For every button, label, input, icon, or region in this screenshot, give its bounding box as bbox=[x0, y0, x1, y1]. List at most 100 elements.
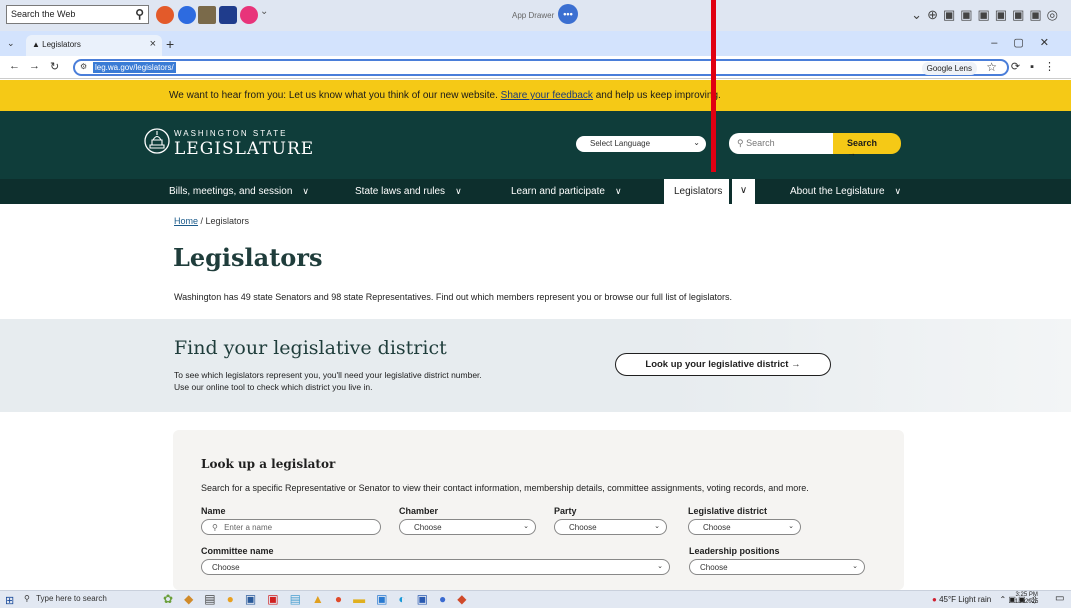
site-search-placeholder: Search bbox=[746, 138, 775, 148]
breadcrumb-home-link[interactable]: Home bbox=[174, 216, 198, 226]
search-icon: ⚲ bbox=[737, 138, 747, 148]
toolbar-tray-icons[interactable]: ⌄⊕▣▣▣▣▣▣◎ bbox=[911, 7, 1063, 23]
chevron-down-icon[interactable]: ∨ bbox=[615, 186, 622, 197]
party-value: Choose bbox=[569, 523, 597, 532]
lookup-legislator-card: Look up a legislator Search for a specif… bbox=[173, 430, 904, 590]
app-drawer-more-icon[interactable]: ••• bbox=[558, 4, 578, 24]
mountain-app-icon[interactable] bbox=[198, 6, 216, 24]
lookup-title: Look up a legislator bbox=[201, 457, 336, 471]
search-icon[interactable]: ⚲ bbox=[135, 7, 144, 21]
chevron-down-icon[interactable]: ∨ bbox=[302, 186, 309, 197]
find-district-section bbox=[0, 319, 1071, 412]
url-field[interactable]: ⚙ leg.wa.gov/legislators/ Google Lens ☆ bbox=[73, 59, 1009, 76]
page-title: Legislators bbox=[173, 243, 323, 272]
browser-menu-icons[interactable]: ⟳▪⋮ bbox=[1011, 60, 1065, 73]
party-label: Party bbox=[554, 506, 577, 516]
new-tab-icon[interactable]: + bbox=[166, 36, 174, 52]
logo-line2: LEGISLATURE bbox=[174, 139, 315, 159]
mail-app-icon[interactable] bbox=[219, 6, 237, 24]
notification-icon[interactable]: ▭ bbox=[1055, 593, 1064, 604]
taskbar-search-text: Type here to search bbox=[36, 594, 107, 603]
bookmark-star-icon[interactable]: ☆ bbox=[986, 60, 997, 74]
look-up-district-button[interactable]: Look up your legislative district → bbox=[615, 353, 831, 376]
back-icon[interactable]: ← bbox=[9, 60, 20, 72]
site-info-icon[interactable]: ⚙ bbox=[80, 62, 87, 71]
chevron-down-icon[interactable]: ∨ bbox=[455, 186, 462, 197]
find-district-desc-line1: To see which legislators represent you, … bbox=[174, 370, 482, 380]
red-marker-line bbox=[711, 0, 716, 172]
windows-taskbar: ⊞ ⚲ Type here to search ✿◆▤●▣▣▤▲●▬▣◐▣●◆ … bbox=[0, 590, 1071, 608]
capitol-dome-icon bbox=[144, 128, 170, 154]
chevron-down-icon: ⌄ bbox=[657, 563, 663, 570]
name-placeholder: Enter a name bbox=[224, 523, 273, 532]
find-district-desc-line2: Use our online tool to check which distr… bbox=[174, 382, 373, 392]
breadcrumb: Home / Legislators bbox=[174, 216, 249, 226]
zoom-app-icon[interactable] bbox=[178, 6, 196, 24]
chevron-down-icon: ⌄ bbox=[788, 523, 794, 530]
find-district-title: Find your legislative district bbox=[174, 337, 447, 359]
nav-learn-participate[interactable]: Learn and participate ∨ bbox=[511, 186, 622, 197]
close-tab-icon[interactable]: × bbox=[150, 38, 156, 50]
taskbar-clock[interactable]: 3:25 PM 1/2/2025 bbox=[1015, 592, 1038, 606]
nav-label: State laws and rules bbox=[355, 186, 446, 197]
chevron-down-icon[interactable]: ∨ bbox=[895, 186, 902, 197]
chevron-down-icon: ⌄ bbox=[523, 523, 529, 530]
shortcut-app-icon[interactable] bbox=[240, 6, 258, 24]
web-search-label: Search the Web bbox=[11, 9, 76, 19]
chamber-label: Chamber bbox=[399, 506, 439, 516]
window-controls[interactable]: –▢✕ bbox=[991, 36, 1065, 49]
feedback-banner: We want to hear from you: Let us know wh… bbox=[0, 80, 1071, 111]
nav-label: Bills, meetings, and session bbox=[169, 186, 293, 197]
google-lens-button[interactable]: Google Lens bbox=[921, 62, 977, 75]
clock-date: 1/2/2025 bbox=[1015, 599, 1039, 605]
url-text[interactable]: leg.wa.gov/legislators/ bbox=[93, 62, 176, 73]
forward-icon[interactable]: → bbox=[29, 60, 40, 72]
app-drawer-label[interactable]: App Drawer bbox=[512, 11, 554, 20]
address-bar-row: ← → ↻ ⚙ leg.wa.gov/legislators/ Google L… bbox=[0, 56, 1071, 79]
nav-about-legislature[interactable]: About the Legislature ∨ bbox=[790, 186, 901, 197]
district-value: Choose bbox=[703, 523, 731, 532]
main-nav: Bills, meetings, and session ∨ State laws… bbox=[0, 179, 1071, 204]
site-header: WASHINGTON STATE LEGISLATURE Select Lang… bbox=[0, 111, 1071, 179]
breadcrumb-current: / Legislators bbox=[200, 216, 250, 226]
chevron-down-icon[interactable]: ⌄ bbox=[260, 6, 278, 24]
banner-text-after: and help us keep improving. bbox=[595, 90, 721, 101]
search-button[interactable]: Search → bbox=[833, 133, 901, 158]
page-intro: Washington has 49 state Senators and 98 … bbox=[174, 292, 732, 302]
nav-state-laws-rules[interactable]: State laws and rules ∨ bbox=[355, 186, 462, 197]
rainbow-app-icon[interactable] bbox=[156, 6, 174, 24]
tab-title: Legislators bbox=[42, 40, 81, 49]
committee-label: Committee name bbox=[201, 546, 274, 556]
taskbar-search[interactable]: ⚲ Type here to search bbox=[24, 594, 107, 603]
tab-legislators[interactable]: ▲ Legislators × bbox=[26, 35, 162, 56]
web-search-box[interactable]: Search the Web ⚲ bbox=[6, 5, 149, 24]
reload-icon[interactable]: ↻ bbox=[50, 60, 59, 73]
site-search-input[interactable]: ⚲ Search bbox=[729, 133, 833, 154]
party-select[interactable]: Choose ⌄ bbox=[554, 519, 667, 535]
language-select-value: Select Language bbox=[590, 139, 651, 148]
nav-legislators[interactable]: Legislators bbox=[664, 179, 729, 204]
taskbar-app-icons[interactable]: ✿◆▤●▣▣▤▲●▬▣◐▣●◆ bbox=[163, 592, 477, 606]
leadership-select[interactable]: Choose ⌄ bbox=[689, 559, 865, 575]
tab-favicon-icon: ▲ bbox=[32, 40, 43, 49]
tab-bar: ⌄ ▲ Legislators × + –▢✕ bbox=[0, 31, 1071, 56]
weather-icon: ● bbox=[932, 595, 937, 604]
district-select[interactable]: Choose ⌄ bbox=[688, 519, 801, 535]
language-select[interactable]: Select Language ⌄ bbox=[576, 136, 706, 152]
chevron-down-icon[interactable]: ∨ bbox=[731, 179, 755, 204]
nav-bills-meetings-session[interactable]: Bills, meetings, and session ∨ bbox=[169, 186, 309, 197]
banner-text: We want to hear from you: Let us know wh… bbox=[169, 90, 498, 101]
logo-line1: WASHINGTON STATE bbox=[174, 129, 288, 138]
share-feedback-link[interactable]: Share your feedback bbox=[501, 90, 593, 101]
committee-select[interactable]: Choose ⌄ bbox=[201, 559, 670, 575]
name-input[interactable]: ⚲ Enter a name bbox=[201, 519, 381, 535]
tab-search-chevron-icon[interactable]: ⌄ bbox=[7, 38, 15, 49]
windows-start-icon[interactable]: ⊞ bbox=[5, 594, 14, 607]
name-label: Name bbox=[201, 506, 226, 516]
leadership-label: Leadership positions bbox=[689, 546, 780, 556]
chamber-select[interactable]: Choose ⌄ bbox=[399, 519, 536, 535]
leadership-value: Choose bbox=[700, 563, 728, 572]
committee-value: Choose bbox=[212, 563, 240, 572]
district-label: Legislative district bbox=[688, 506, 768, 516]
clock-time: 3:25 PM bbox=[1015, 592, 1038, 598]
